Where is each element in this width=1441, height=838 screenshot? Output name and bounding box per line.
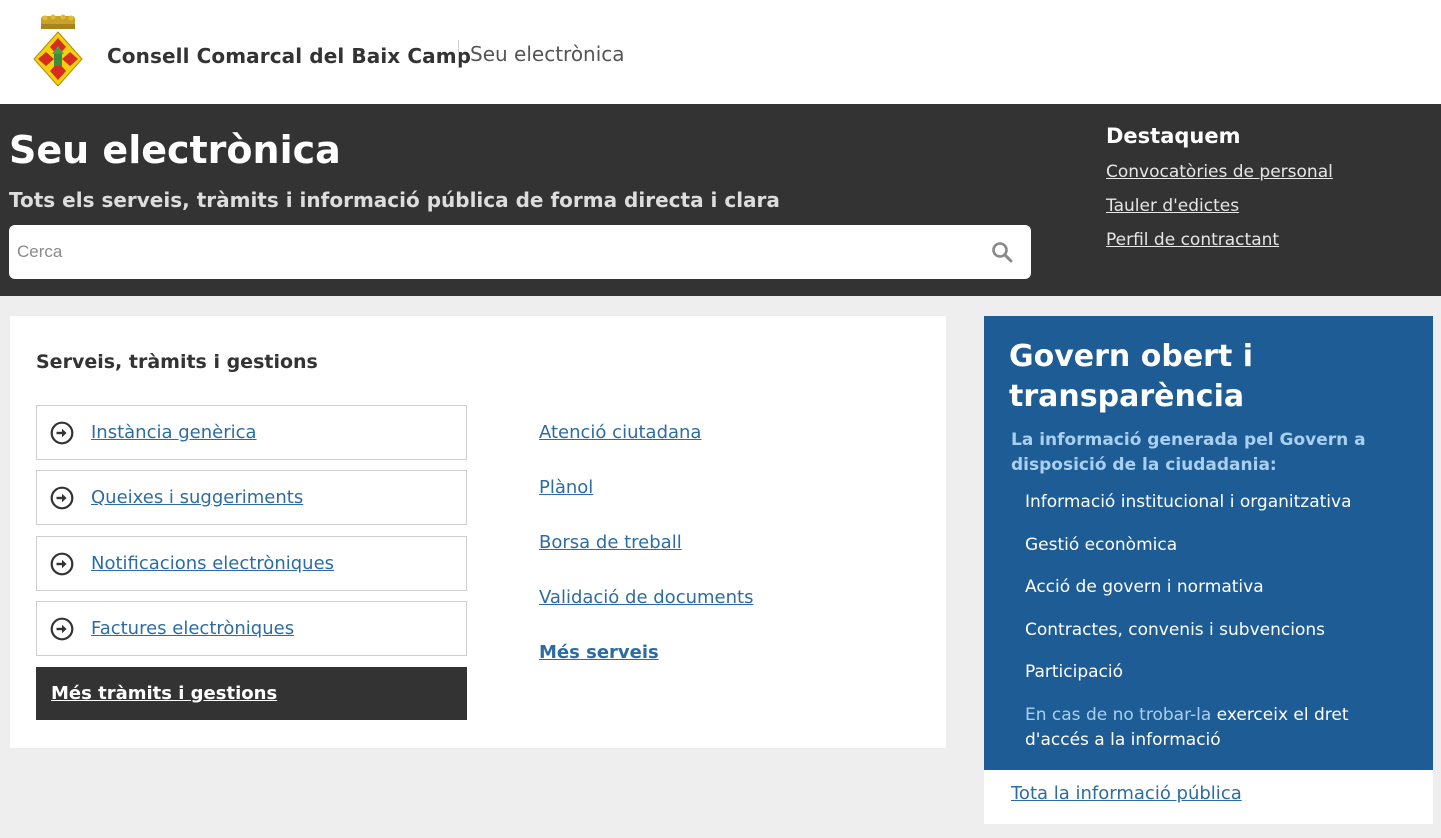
search-input[interactable] (9, 225, 969, 279)
arrow-circle-right-icon (50, 421, 74, 444)
site-header: Consell Comarcal del Baix Camp Seu elect… (0, 0, 1441, 104)
govern-link-normativa[interactable]: Acció de govern i normativa (1025, 577, 1264, 597)
arrow-circle-right-icon (50, 486, 74, 509)
featured-section: Destaquem Convocatòries de personal Taul… (1106, 124, 1426, 260)
search-button[interactable] (989, 239, 1015, 265)
arrow-circle-right-icon (50, 552, 74, 575)
service-link-validacio[interactable]: Validació de documents (539, 587, 753, 608)
hero-banner: Seu electrònica Tots els serveis, tràmit… (0, 104, 1441, 296)
procedure-link[interactable]: Factures electròniques (91, 618, 294, 639)
procedure-link[interactable]: Instància genèrica (91, 422, 257, 443)
featured-link-perfil[interactable]: Perfil de contractant (1106, 226, 1426, 260)
procedure-item[interactable]: Factures electròniques (36, 601, 467, 656)
coat-of-arms-logo[interactable] (32, 14, 84, 86)
procedure-item[interactable]: Queixes i suggeriments (36, 470, 467, 525)
service-link-planol[interactable]: Plànol (539, 477, 593, 498)
govern-link-institucional[interactable]: Informació institucional i organitzativa (1025, 492, 1352, 512)
all-public-info-link[interactable]: Tota la informació pública (1011, 783, 1242, 804)
govern-link-participacio[interactable]: Participació (1025, 662, 1123, 682)
govern-title: Govern obert i transparència (1009, 339, 1254, 414)
site-name-link[interactable]: Seu electrònica (470, 42, 625, 66)
govern-intro: La informació generada pel Govern a disp… (1011, 430, 1366, 475)
procedure-link[interactable]: Queixes i suggeriments (91, 487, 303, 508)
more-procedures-button[interactable]: Més tràmits i gestions (36, 667, 467, 720)
page-subtitle: Tots els serveis, tràmits i informació p… (9, 188, 780, 212)
govern-link-economica[interactable]: Gestió econòmica (1025, 535, 1177, 555)
org-name-link[interactable]: Consell Comarcal del Baix Camp (107, 44, 471, 68)
service-link-atencio[interactable]: Atenció ciutadana (539, 422, 701, 443)
procedure-item[interactable]: Instància genèrica (36, 405, 467, 460)
govern-obert-panel: Govern obert i transparència La informac… (984, 316, 1433, 770)
more-services-link[interactable]: Més serveis (539, 642, 659, 663)
access-request-prefix: En cas de no trobar-la (1025, 705, 1212, 725)
procedure-link[interactable]: Notificacions electròniques (91, 553, 334, 574)
procedure-item[interactable]: Notificacions electròniques (36, 536, 467, 591)
govern-link-contractes[interactable]: Contractes, convenis i subvencions (1025, 620, 1325, 640)
search-box (9, 225, 1031, 279)
featured-link-convocatories[interactable]: Convocatòries de personal (1106, 158, 1426, 192)
featured-link-tauler[interactable]: Tauler d'edictes (1106, 192, 1426, 226)
service-link-borsa[interactable]: Borsa de treball (539, 532, 682, 553)
access-request-text: En cas de no trobar-la exerceix el dret … (1025, 703, 1385, 753)
services-card: Serveis, tràmits i gestions Instància ge… (10, 316, 946, 748)
services-title: Serveis, tràmits i gestions (36, 351, 318, 373)
header-divider (458, 40, 459, 68)
more-procedures-link[interactable]: Més tràmits i gestions (51, 683, 277, 704)
featured-title: Destaquem (1106, 124, 1241, 148)
search-icon (992, 242, 1013, 263)
govern-footer: Tota la informació pública (984, 770, 1433, 824)
page-title: Seu electrònica (9, 128, 341, 172)
arrow-circle-right-icon (50, 617, 74, 640)
